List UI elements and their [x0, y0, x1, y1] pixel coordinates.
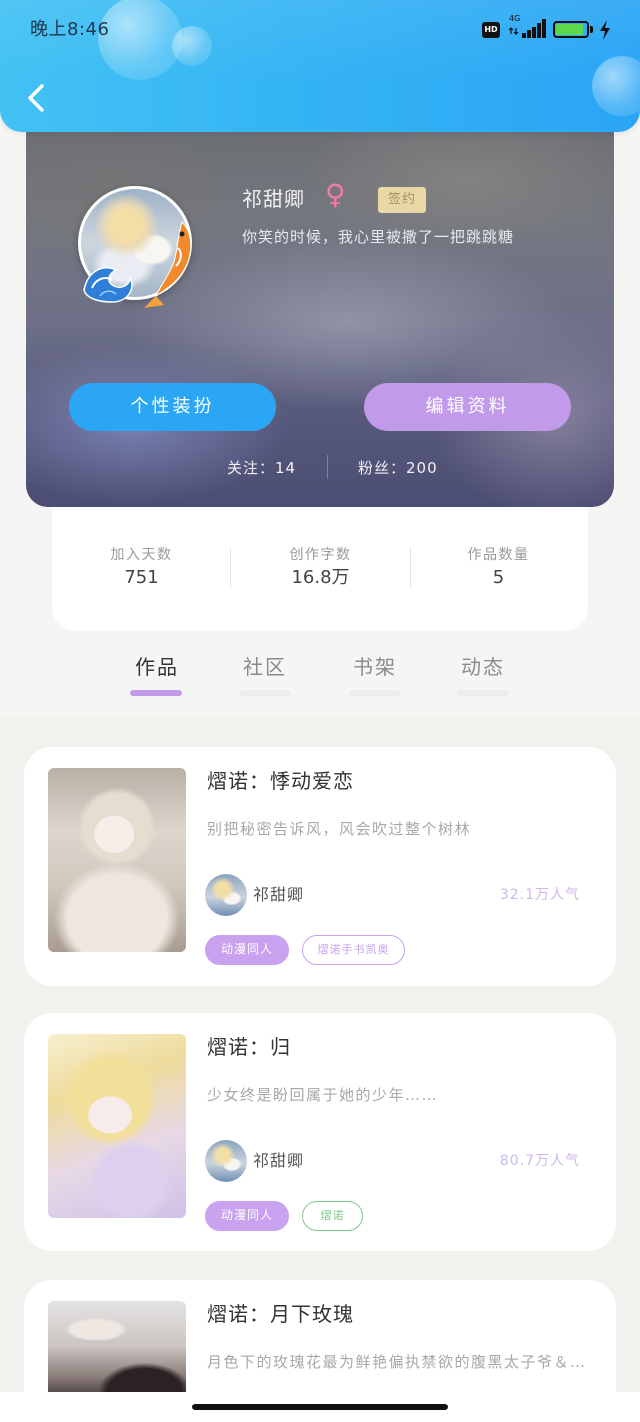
decor-bubble-right — [592, 56, 640, 116]
tab-bookshelf[interactable]: 书架 — [330, 653, 420, 681]
work-description: 月色下的玫瑰花最为鲜艳偏执禁欲的腹黑太子爷＆… — [207, 1353, 587, 1371]
works-list: 熠诺：悸动爱恋 别把秘密告诉风，风会吹过整个树林 祁甜卿 32.1万人气 动漫同… — [0, 718, 640, 1422]
tag-series[interactable]: 熠诺手书凯奥 — [302, 935, 405, 965]
stat-value: 751 — [124, 567, 159, 588]
decorate-button[interactable]: 个性装扮 — [69, 383, 276, 431]
work-title: 熠诺：月下玫瑰 — [207, 1302, 354, 1326]
author-name: 祁甜卿 — [253, 1151, 305, 1170]
decor-bubble-large — [98, 0, 182, 80]
tag-series[interactable]: 熠诺 — [302, 1201, 363, 1231]
hd-icon: HD — [482, 22, 500, 38]
profile-bio: 你笑的时候，我心里被撒了一把跳跳糖 — [242, 228, 515, 246]
female-icon: ♀ — [325, 178, 346, 211]
author-avatar[interactable] — [205, 1140, 247, 1182]
stat-label: 加入天数 — [110, 547, 173, 563]
stat-label: 创作字数 — [289, 547, 352, 563]
author-avatar[interactable] — [205, 874, 247, 916]
signed-badge: 签约 — [378, 187, 426, 213]
tab-indicator — [239, 690, 291, 696]
work-card[interactable]: 熠诺：悸动爱恋 别把秘密告诉风，风会吹过整个树林 祁甜卿 32.1万人气 动漫同… — [24, 747, 616, 986]
tab-indicator — [457, 690, 509, 696]
tag-category[interactable]: 动漫同人 — [205, 1201, 289, 1231]
app-header: 晚上8:46 HD 4G — [0, 0, 640, 132]
stat-value: 5 — [492, 567, 505, 588]
back-button[interactable] — [24, 82, 48, 114]
charging-bolt-icon — [600, 20, 610, 40]
profile-name: 祁甜卿 — [242, 187, 305, 211]
work-cover-image[interactable] — [48, 1034, 186, 1218]
profile-card: 祁甜卿 ♀ 签约 你笑的时候，我心里被撒了一把跳跳糖 个性装扮 编辑资料 关注：… — [26, 96, 614, 507]
edit-profile-button[interactable]: 编辑资料 — [364, 383, 571, 431]
following-count[interactable]: 关注：14 — [227, 457, 296, 479]
work-card[interactable]: 熠诺：归 少女终是盼回属于她的少年…… 祁甜卿 80.7万人气 动漫同人 熠诺 — [24, 1013, 616, 1251]
work-title: 熠诺：归 — [207, 1035, 291, 1059]
popularity-count: 32.1万人气 — [499, 887, 580, 903]
tab-community[interactable]: 社区 — [220, 653, 310, 681]
wave-ornament — [83, 267, 133, 303]
stat-label: 作品数量 — [467, 547, 530, 563]
fans-count[interactable]: 粉丝：200 — [358, 457, 438, 479]
tab-indicator — [130, 690, 182, 696]
work-description: 少女终是盼回属于她的少年…… — [207, 1086, 439, 1104]
signal-icon — [508, 19, 546, 38]
follow-divider — [327, 455, 328, 479]
battery-level-fill — [556, 24, 583, 35]
battery-icon — [553, 21, 589, 38]
decor-bubble-small — [172, 26, 212, 66]
tab-indicator — [349, 690, 401, 696]
tag-category[interactable]: 动漫同人 — [205, 935, 289, 965]
system-navigation-bar — [0, 1392, 640, 1422]
work-title: 熠诺：悸动爱恋 — [207, 769, 354, 793]
battery-tip — [590, 26, 593, 33]
work-description: 别把秘密告诉风，风会吹过整个树林 — [207, 820, 472, 838]
avatar-frame-ornament — [83, 221, 192, 308]
status-time: 晚上8:46 — [30, 19, 110, 40]
popularity-count: 80.7万人气 — [499, 1153, 580, 1169]
work-cover-image[interactable] — [48, 768, 186, 952]
home-indicator[interactable] — [192, 1404, 448, 1410]
stat-value: 16.8万 — [291, 567, 350, 588]
koi-fish-ornament — [144, 221, 192, 308]
tab-activity[interactable]: 动态 — [438, 653, 528, 681]
author-name: 祁甜卿 — [253, 885, 305, 904]
tab-works[interactable]: 作品 — [112, 653, 202, 681]
chevron-left-icon — [28, 84, 44, 112]
